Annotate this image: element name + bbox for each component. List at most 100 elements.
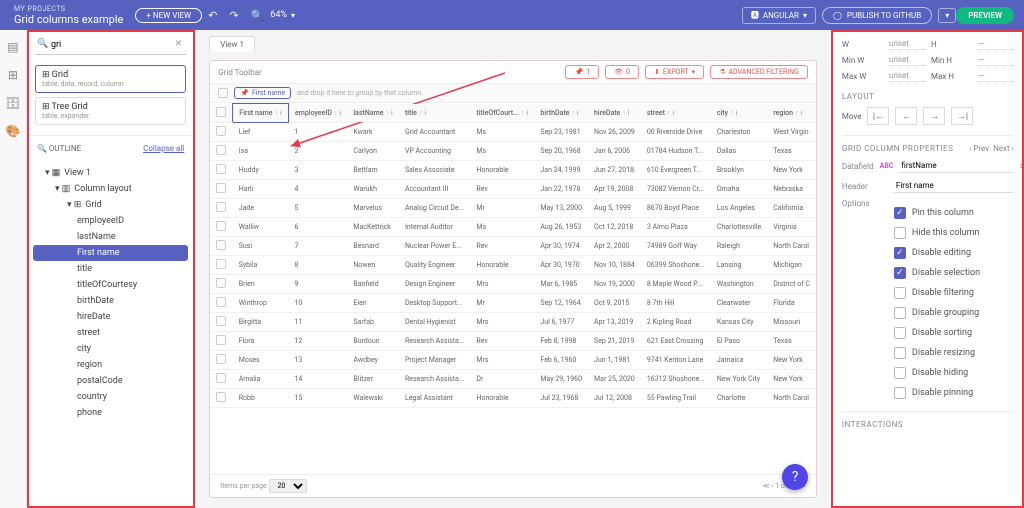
publish-github-button[interactable]: ◯ PUBLISH TO GITHUB bbox=[822, 7, 932, 24]
clear-datafield-icon[interactable]: ✕ bbox=[1019, 162, 1024, 171]
rail-grid-icon[interactable]: ⊞ bbox=[6, 68, 20, 82]
column-header[interactable]: First name↑ ⁝ bbox=[233, 104, 289, 123]
table-row[interactable]: Winthrop10ElenDesktop Support...MrSep 12… bbox=[210, 293, 816, 312]
minwidth-input[interactable] bbox=[888, 54, 925, 66]
table-row[interactable]: Robb15WalewskiLegal AssistantHonorableJu… bbox=[210, 388, 816, 407]
table-row[interactable]: Moses13AwdbeyProject ManagerMrsFeb 6, 19… bbox=[210, 350, 816, 369]
checkbox[interactable]: ✓ bbox=[894, 247, 906, 259]
tree-column-node[interactable]: employeeID bbox=[33, 213, 188, 229]
option-row[interactable]: ✓Pin this column bbox=[894, 203, 1014, 223]
checkbox[interactable] bbox=[894, 387, 906, 399]
rail-data-icon[interactable]: 🗄 bbox=[6, 96, 20, 110]
advanced-filtering-button[interactable]: ⚗ ADVANCED FILTERING bbox=[710, 65, 808, 79]
tree-column-node[interactable]: birthDate bbox=[33, 293, 188, 309]
tree-column-node[interactable]: phone bbox=[33, 405, 188, 421]
zoom-caret-icon[interactable]: ▾ bbox=[291, 11, 295, 20]
move-start-button[interactable]: |← bbox=[867, 107, 889, 125]
option-row[interactable]: Disable resizing bbox=[894, 343, 1014, 363]
option-row[interactable]: Disable pinning bbox=[894, 383, 1014, 403]
option-row[interactable]: Hide this column bbox=[894, 223, 1014, 243]
preview-button[interactable]: PREVIEW bbox=[956, 7, 1014, 24]
move-end-button[interactable]: →| bbox=[951, 107, 973, 125]
tree-column-node[interactable]: hireDate bbox=[33, 309, 188, 325]
checkbox[interactable] bbox=[894, 367, 906, 379]
minheight-input[interactable] bbox=[977, 54, 1014, 66]
checkbox[interactable] bbox=[894, 327, 906, 339]
tree-column-layout[interactable]: ▾ ▥ Column layout bbox=[33, 181, 188, 197]
maxheight-input[interactable] bbox=[977, 70, 1014, 82]
tree-column-node[interactable]: city bbox=[33, 341, 188, 357]
checkbox[interactable]: ✓ bbox=[894, 207, 906, 219]
tree-column-node[interactable]: title bbox=[33, 261, 188, 277]
publish-dropdown-icon[interactable]: ▾ bbox=[938, 8, 956, 23]
table-row[interactable]: Walliw6MacKettrickInternal AuditorMsAug … bbox=[210, 217, 816, 236]
option-row[interactable]: Disable hiding bbox=[894, 363, 1014, 383]
table-row[interactable]: Flora12BurdounResearch Assista...RevFeb … bbox=[210, 331, 816, 350]
column-header[interactable]: title↑ ⁝ bbox=[399, 104, 470, 123]
group-by-area[interactable]: 📌First name and drop it here to group by… bbox=[210, 84, 816, 103]
tree-column-node[interactable]: postalCode bbox=[33, 373, 188, 389]
datafield-input[interactable] bbox=[899, 159, 1013, 173]
table-row[interactable]: Lief1KwarkGrid AccountantMsSep 23, 1981N… bbox=[210, 122, 816, 141]
rail-theme-icon[interactable]: 🎨 bbox=[6, 124, 20, 138]
column-header[interactable]: street↑ ⁝ bbox=[641, 104, 711, 123]
clear-search-icon[interactable]: ✕ bbox=[175, 39, 183, 49]
table-row[interactable]: Brien9BanfieldDesign EngineerMrsMar 6, 1… bbox=[210, 274, 816, 293]
table-row[interactable]: Harli4WarukhAccountant IIIRevJan 22, 197… bbox=[210, 179, 816, 198]
maxwidth-input[interactable] bbox=[888, 70, 925, 82]
column-header[interactable]: birthDate↑ ⁝ bbox=[534, 104, 588, 123]
pinned-count-button[interactable]: 📌 1 bbox=[565, 65, 599, 79]
header-input[interactable] bbox=[894, 179, 1014, 193]
option-row[interactable]: ✓Disable editing bbox=[894, 243, 1014, 263]
column-header[interactable]: employeeID↑ ⁝ bbox=[289, 104, 348, 123]
data-grid[interactable]: First name↑ ⁝employeeID↑ ⁝lastName↑ ⁝tit… bbox=[210, 103, 816, 474]
column-header[interactable]: city↑ ⁝ bbox=[711, 104, 767, 123]
search-result[interactable]: ⊞ Gridtable, data, record, column bbox=[35, 65, 186, 93]
page-size-select[interactable]: 20 bbox=[269, 479, 307, 493]
help-fab[interactable]: ? bbox=[782, 464, 808, 490]
column-header[interactable] bbox=[210, 104, 233, 123]
move-right-button[interactable]: → bbox=[923, 107, 945, 125]
move-left-button[interactable]: ← bbox=[895, 107, 917, 125]
checkbox[interactable]: ✓ bbox=[894, 267, 906, 279]
checkbox[interactable] bbox=[894, 347, 906, 359]
search-result[interactable]: ⊞ Tree Gridtable, expander bbox=[35, 97, 186, 125]
hidden-count-button[interactable]: 👁 0 bbox=[605, 65, 639, 79]
tree-column-node[interactable]: street bbox=[33, 325, 188, 341]
height-input[interactable] bbox=[977, 38, 1014, 50]
option-row[interactable]: ✓Disable selection bbox=[894, 263, 1014, 283]
redo-icon[interactable]: ↷ bbox=[223, 5, 244, 26]
tree-column-node[interactable]: First name bbox=[33, 245, 188, 261]
width-input[interactable] bbox=[888, 38, 925, 50]
tree-column-node[interactable]: lastName bbox=[33, 229, 188, 245]
table-row[interactable]: Susi7BesnardNuclear Power E...RevApr 30,… bbox=[210, 236, 816, 255]
table-row[interactable]: Birgitta11SarfabDental HygienistMrsJul 6… bbox=[210, 312, 816, 331]
column-header[interactable]: titleOfCourt...↑ ⁝ bbox=[470, 104, 534, 123]
prev-column-link[interactable]: ‹ Prev bbox=[969, 144, 989, 153]
checkbox[interactable] bbox=[894, 307, 906, 319]
option-row[interactable]: Disable filtering bbox=[894, 283, 1014, 303]
tree-column-node[interactable]: country bbox=[33, 389, 188, 405]
table-row[interactable]: Huddy3BettlamSales AssociateHonorableJan… bbox=[210, 160, 816, 179]
pinned-column-pill[interactable]: 📌First name bbox=[234, 87, 291, 99]
tree-column-node[interactable]: region bbox=[33, 357, 188, 373]
tree-view[interactable]: ▾ ▦ View 1 bbox=[33, 165, 188, 181]
tree-grid[interactable]: ▾ ⊞ Grid bbox=[33, 197, 188, 213]
column-header[interactable]: region↑ ⁝ bbox=[767, 104, 816, 123]
undo-icon[interactable]: ↶ bbox=[202, 5, 223, 26]
checkbox[interactable] bbox=[894, 227, 906, 239]
checkbox[interactable] bbox=[894, 287, 906, 299]
view-tab[interactable]: View 1 bbox=[209, 36, 255, 52]
export-button[interactable]: ⬇ EXPORT ▾ bbox=[645, 65, 704, 79]
framework-selector[interactable]: 🅰 ANGULAR ▾ bbox=[742, 7, 816, 24]
search-input[interactable] bbox=[35, 36, 186, 55]
new-view-button[interactable]: + NEW VIEW bbox=[135, 8, 202, 23]
table-row[interactable]: Amalia14BlitzerResearch Assista...DrMay … bbox=[210, 369, 816, 388]
next-column-link[interactable]: Next › bbox=[993, 144, 1014, 153]
column-header[interactable]: lastName↑ ⁝ bbox=[347, 104, 399, 123]
table-row[interactable]: Isa2CarlyonVP AccountingMsSep 20, 1968Ja… bbox=[210, 141, 816, 160]
rail-components-icon[interactable]: ▤ bbox=[6, 40, 20, 54]
table-row[interactable]: Jade5MarvelusAnalog Circuit De...MrMay 1… bbox=[210, 198, 816, 217]
collapse-all-link[interactable]: Collapse all bbox=[143, 144, 184, 153]
table-row[interactable]: Sybila8NowenQuality EngineerHonorableApr… bbox=[210, 255, 816, 274]
